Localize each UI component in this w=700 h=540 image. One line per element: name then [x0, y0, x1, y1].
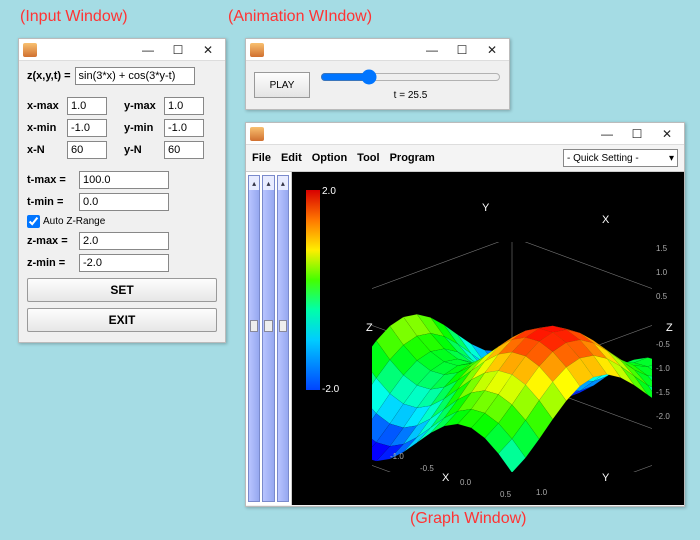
window-controls: — ☐ ✕ — [133, 40, 223, 60]
quick-setting-value: - Quick Setting - — [567, 153, 639, 164]
axis-label-x-top: X — [602, 214, 609, 226]
tick: 1.0 — [656, 268, 667, 277]
animation-window-label: (Animation WIndow) — [228, 8, 372, 26]
yN-label: y-N — [124, 144, 162, 156]
tick: 0.5 — [500, 490, 511, 499]
axis-label-z-left: Z — [366, 322, 373, 334]
ymax-label: y-max — [124, 100, 162, 112]
menu-tool[interactable]: Tool — [357, 152, 379, 164]
titlebar[interactable]: — ☐ ✕ — [246, 39, 509, 61]
yN-input[interactable] — [164, 141, 204, 159]
java-app-icon — [250, 127, 264, 141]
tick: -2.0 — [656, 412, 670, 421]
time-slider[interactable] — [320, 69, 501, 85]
tmin-label: t-min = — [27, 196, 75, 208]
quick-setting-dropdown[interactable]: - Quick Setting - ▾ — [563, 149, 678, 167]
tick: 0.5 — [656, 292, 667, 301]
set-button[interactable]: SET — [27, 278, 217, 302]
input-window: — ☐ ✕ z(x,y,t) = x-max y-max x-min y-min… — [18, 38, 226, 343]
zmin-label: z-min = — [27, 257, 75, 269]
auto-z-range-label: Auto Z-Range — [43, 216, 105, 227]
ymax-input[interactable] — [164, 97, 204, 115]
xmax-input[interactable] — [67, 97, 107, 115]
xN-input[interactable] — [67, 141, 107, 159]
chevron-down-icon: ▾ — [669, 153, 674, 164]
axis-label-z-right: Z — [666, 322, 673, 334]
menubar: File Edit Option Tool Program - Quick Se… — [246, 145, 684, 172]
tick: -0.5 — [656, 340, 670, 349]
window-controls: — ☐ ✕ — [592, 124, 682, 144]
tmax-label: t-max = — [27, 174, 75, 186]
axis-label-y-top: Y — [482, 202, 489, 214]
play-button[interactable]: PLAY — [254, 72, 310, 98]
tick: 1.0 — [536, 488, 547, 497]
tmin-input[interactable] — [79, 193, 169, 211]
tick: -1.0 — [390, 452, 404, 461]
close-button[interactable]: ✕ — [193, 40, 223, 60]
ymin-label: y-min — [124, 122, 162, 134]
maximize-button[interactable]: ☐ — [163, 40, 193, 60]
zmax-label: z-max = — [27, 235, 75, 247]
titlebar[interactable]: — ☐ ✕ — [19, 39, 225, 61]
tick: 1.5 — [656, 244, 667, 253]
close-button[interactable]: ✕ — [477, 40, 507, 60]
titlebar[interactable]: — ☐ ✕ — [246, 123, 684, 145]
zmax-input[interactable] — [79, 232, 169, 250]
plot-area[interactable]: 2.0 -2.0 Y X Z Z X Y -1.0 -0.5 0.0 0.5 1… — [292, 172, 684, 505]
menu-option[interactable]: Option — [312, 152, 347, 164]
axis-label-y-bottom: Y — [602, 472, 609, 484]
auto-z-range-checkbox[interactable] — [27, 215, 40, 228]
maximize-button[interactable]: ☐ — [447, 40, 477, 60]
minimize-button[interactable]: — — [592, 124, 622, 144]
tick: -1.5 — [656, 388, 670, 397]
vscroll-3[interactable]: ▴ — [277, 175, 289, 502]
zmin-input[interactable] — [79, 254, 169, 272]
animation-window: — ☐ ✕ PLAY t = 25.5 — [245, 38, 510, 110]
minimize-button[interactable]: — — [133, 40, 163, 60]
tmax-input[interactable] — [79, 171, 169, 189]
xmin-label: x-min — [27, 122, 65, 134]
tick: -1.0 — [656, 364, 670, 373]
axis-label-x-bottom: X — [442, 472, 449, 484]
java-app-icon — [250, 43, 264, 57]
window-controls: — ☐ ✕ — [417, 40, 507, 60]
surface-plot — [372, 242, 652, 472]
xmax-label: x-max — [27, 100, 65, 112]
java-app-icon — [23, 43, 37, 57]
minimize-button[interactable]: — — [417, 40, 447, 60]
tick: -0.5 — [420, 464, 434, 473]
vscroll-2[interactable]: ▴ — [262, 175, 274, 502]
close-button[interactable]: ✕ — [652, 124, 682, 144]
menu-edit[interactable]: Edit — [281, 152, 302, 164]
colorbar-top-label: 2.0 — [322, 186, 336, 197]
xN-label: x-N — [27, 144, 65, 156]
colorbar — [306, 190, 320, 390]
menu-file[interactable]: File — [252, 152, 271, 164]
tick: 0.0 — [460, 478, 471, 487]
vscroll-1[interactable]: ▴ — [248, 175, 260, 502]
formula-input[interactable] — [75, 67, 195, 85]
time-value-label: t = 25.5 — [320, 90, 501, 101]
xmin-input[interactable] — [67, 119, 107, 137]
exit-button[interactable]: EXIT — [27, 308, 217, 332]
graph-window: — ☐ ✕ File Edit Option Tool Program - Qu… — [245, 122, 685, 507]
graph-window-label: (Graph Window) — [410, 510, 526, 528]
scrollbar-panel: ▴ ▴ ▴ — [246, 172, 292, 505]
input-window-label: (Input Window) — [20, 8, 128, 26]
formula-label: z(x,y,t) = — [27, 70, 71, 82]
colorbar-bottom-label: -2.0 — [322, 384, 339, 395]
menu-program[interactable]: Program — [390, 152, 435, 164]
ymin-input[interactable] — [164, 119, 204, 137]
maximize-button[interactable]: ☐ — [622, 124, 652, 144]
